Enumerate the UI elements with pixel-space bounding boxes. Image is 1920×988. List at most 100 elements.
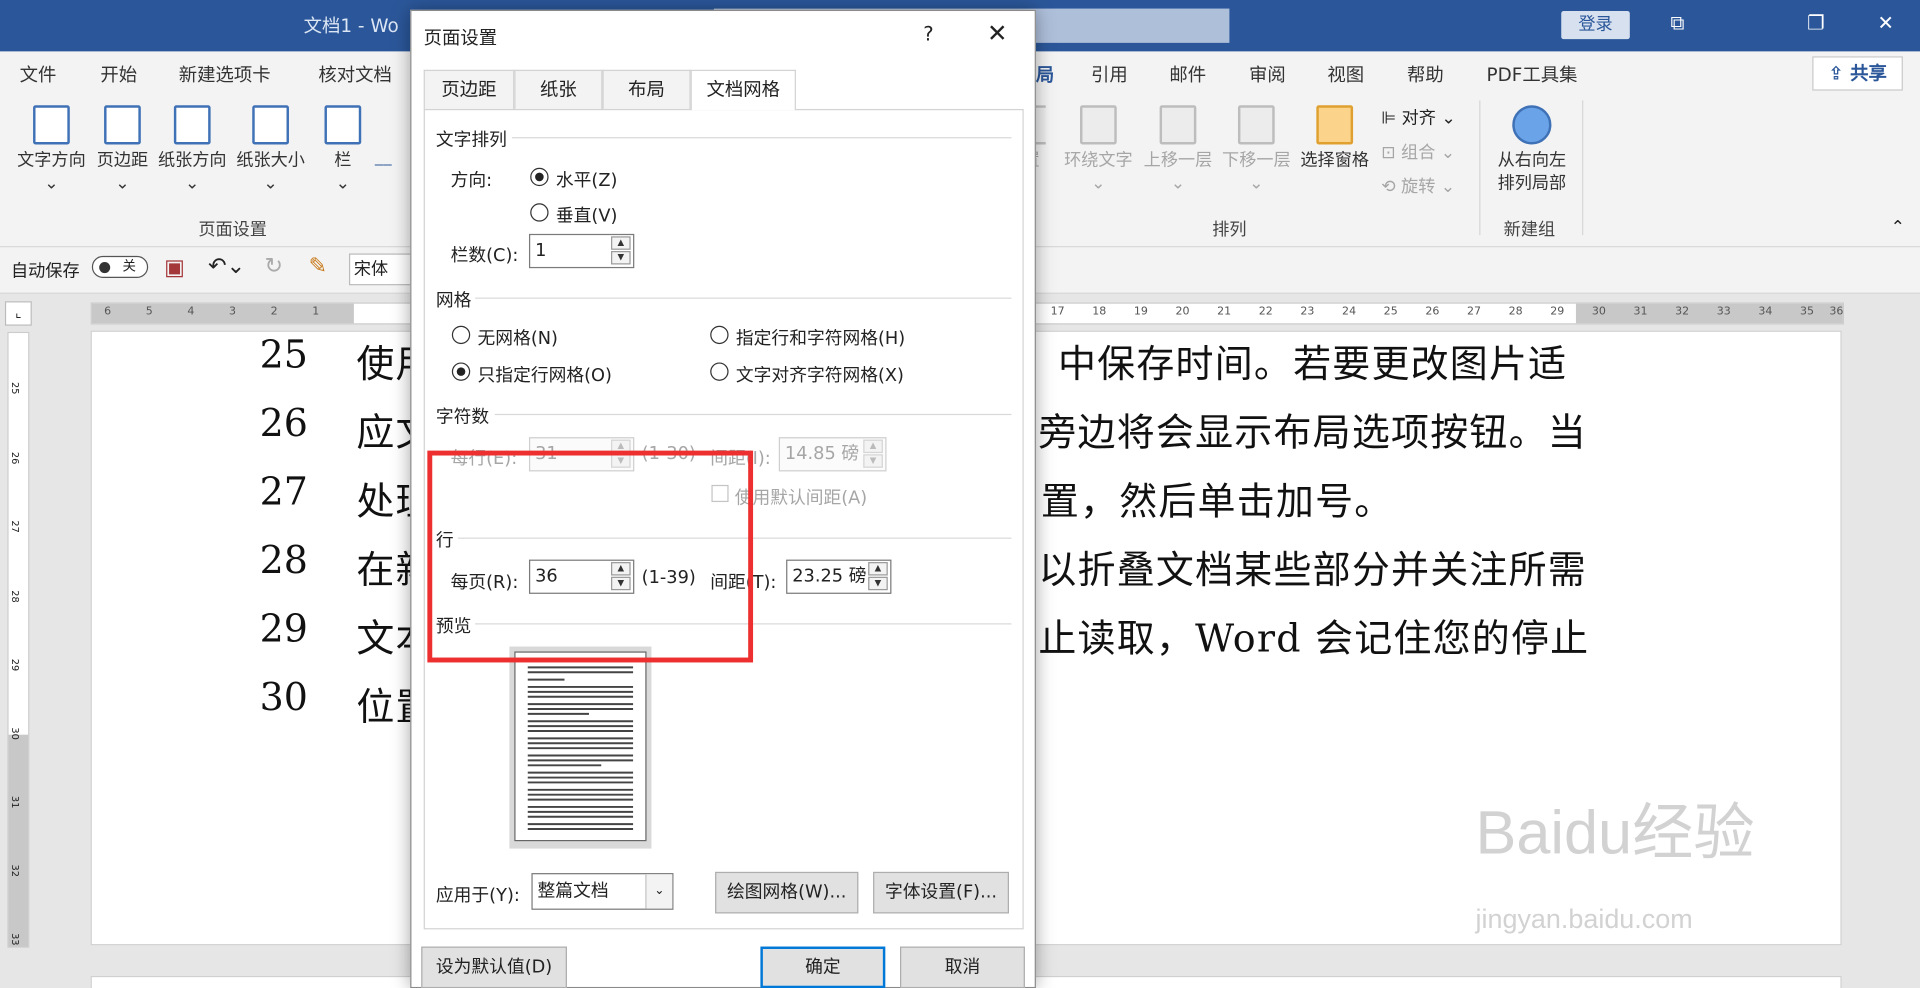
spin-up-icon[interactable]: ▲	[611, 236, 631, 250]
radio-lines-and-chars-label[interactable]: 指定行和字符网格(H)	[736, 324, 905, 350]
collapse-ribbon-icon[interactable]: ⌃	[1891, 218, 1905, 238]
radio-horizontal[interactable]	[530, 167, 549, 187]
line-pitch-spinner[interactable]: 23.25 磅 ▲ ▼	[786, 559, 892, 594]
line-number: 26	[259, 401, 308, 446]
close-window-icon[interactable]: ✕	[1861, 11, 1910, 34]
radio-lines-only[interactable]	[451, 362, 471, 381]
spin-up-icon[interactable]: ▲	[863, 439, 883, 454]
ruler-tick: 32	[9, 864, 21, 877]
autosave-toggle[interactable]: 关	[91, 255, 149, 278]
apply-to-select[interactable]: 整篇文档 ⌄	[531, 873, 674, 910]
align-button[interactable]: ⊫ 对齐 ⌄	[1381, 105, 1456, 129]
undo-icon[interactable]: ↶⌄	[208, 253, 245, 279]
text-line-right[interactable]: 旁边将会显示布局选项按钮。当	[1038, 402, 1587, 457]
ruler-tick: 27	[9, 520, 21, 533]
tab-new[interactable]: 新建选项卡	[179, 61, 271, 87]
text-line-right[interactable]: 止读取，Word 会记住您的停止	[1038, 607, 1589, 662]
line-number: 30	[259, 675, 308, 721]
radio-lines-and-chars[interactable]	[710, 325, 729, 345]
text-line-right[interactable]: 以折叠文档某些部分并关注所需	[1038, 539, 1587, 594]
tab-pdf[interactable]: PDF工具集	[1487, 61, 1578, 87]
set-default-button[interactable]: 设为默认值(D)	[421, 946, 567, 988]
save-icon[interactable]: ▣	[164, 255, 185, 281]
line-number: 27	[259, 470, 308, 515]
ok-button[interactable]: 确定	[760, 946, 886, 988]
radio-align-chars[interactable]	[710, 362, 729, 381]
tab-layout[interactable]: 局	[1036, 61, 1054, 87]
radio-horizontal-label[interactable]: 水平(Z)	[556, 167, 618, 193]
spin-up-icon[interactable]: ▲	[868, 562, 888, 576]
draw-grid-button[interactable]: 绘图网格(W)...	[715, 871, 859, 914]
radio-no-grid[interactable]	[451, 325, 471, 345]
text-line-right[interactable]: 置，然后单击加号。	[1041, 470, 1394, 525]
text-direction-label: 文字方向	[17, 150, 86, 171]
radio-no-grid-label[interactable]: 无网格(N)	[478, 324, 558, 350]
radio-lines-only-label[interactable]: 只指定行网格(O)	[478, 361, 612, 387]
vertical-ruler[interactable]: 25 26 27 28 29 30 31 32 33	[7, 331, 30, 948]
font-settings-button[interactable]: 字体设置(F)...	[873, 871, 1009, 914]
font-box[interactable]: 宋体	[348, 253, 413, 286]
columns-value: 1	[535, 241, 547, 261]
send-backward-button[interactable]: 下移一层 ⌄	[1217, 105, 1295, 196]
ruler-tick: 28	[9, 590, 21, 603]
tab-margins[interactable]: 页边距	[423, 69, 515, 109]
tab-review[interactable]: 审阅	[1249, 61, 1286, 87]
columns-spinner[interactable]: 1 ▲ ▼	[528, 233, 635, 269]
ruler-tick: 26	[9, 451, 21, 465]
format-painter-icon[interactable]: ✎	[309, 253, 327, 279]
tab-home[interactable]: 开始	[100, 61, 137, 87]
rtl-layout-button[interactable]: 从右向左 排列局部	[1489, 105, 1575, 196]
tab-check[interactable]: 核对文档	[318, 61, 391, 87]
wrap-text-icon	[1080, 105, 1117, 145]
redo-icon[interactable]: ↻	[264, 253, 282, 279]
dialog-title: 页面设置	[423, 26, 498, 49]
help-icon[interactable]: ?	[923, 22, 933, 45]
margins-button[interactable]: 页边距 ⌄	[93, 105, 152, 196]
rotate-button[interactable]: ⟲ 旋转 ⌄	[1381, 174, 1455, 198]
radio-align-chars-label[interactable]: 文字对齐字符网格(X)	[736, 361, 904, 387]
wrap-text-button[interactable]: 环绕文字 ⌄	[1058, 105, 1139, 196]
ruler-tick: 4	[187, 306, 195, 319]
ruler-tick: 33	[9, 933, 21, 946]
radio-vertical-label[interactable]: 垂直(V)	[556, 202, 618, 228]
login-button[interactable]: 登录	[1561, 11, 1630, 40]
tab-references[interactable]: 引用	[1091, 61, 1128, 87]
tab-view[interactable]: 视图	[1327, 61, 1364, 87]
tab-mailings[interactable]: 邮件	[1169, 61, 1206, 87]
ruler-tick: 25	[1383, 306, 1398, 319]
chevron-down-icon[interactable]: ⌄	[645, 874, 673, 909]
autosave-label: 自动保存	[11, 262, 80, 282]
tab-selector[interactable]: ⌞	[4, 301, 32, 326]
breaks-icon[interactable]: ⎯⎯	[375, 154, 392, 174]
spin-down-icon[interactable]: ▼	[868, 576, 888, 591]
text-direction-button[interactable]: 文字方向 ⌄	[12, 105, 90, 196]
ruler-tick: 5	[145, 306, 153, 319]
columns-label: 栏数(C):	[450, 246, 519, 266]
spin-down-icon[interactable]: ▼	[611, 251, 631, 265]
tab-paper[interactable]: 纸张	[514, 69, 603, 109]
spin-down-icon[interactable]: ▼	[863, 454, 883, 468]
ribbon-display-icon[interactable]: ⧉	[1653, 11, 1702, 35]
text-line-right[interactable]: 中保存时间。若要更改图片适	[1058, 333, 1567, 388]
group-button[interactable]: ⊡ 组合 ⌄	[1381, 140, 1455, 164]
char-pitch-value: 14.85 磅	[784, 444, 860, 465]
tab-help[interactable]: 帮助	[1407, 61, 1444, 87]
wrap-text-label: 环绕文字	[1064, 150, 1133, 171]
char-pitch-spinner[interactable]: 14.85 磅 ▲ ▼	[778, 437, 887, 472]
tab-document-grid[interactable]: 文档网格	[690, 69, 796, 111]
ruler-tick: 18	[1092, 306, 1107, 319]
bring-forward-button[interactable]: 上移一层 ⌄	[1139, 105, 1217, 196]
size-button[interactable]: 纸张大小 ⌄	[233, 105, 309, 196]
restore-icon[interactable]: ❐	[1791, 11, 1840, 34]
columns-button[interactable]: 栏 ⌄	[321, 105, 365, 196]
orientation-button[interactable]: 纸张方向 ⌄	[154, 105, 230, 196]
radio-vertical[interactable]	[530, 203, 549, 222]
columns-icon	[324, 105, 362, 145]
tab-file[interactable]: 文件	[20, 61, 57, 87]
share-button[interactable]: ⇪ 共享	[1812, 56, 1903, 91]
group-label: 组合	[1401, 143, 1436, 163]
selection-pane-button[interactable]: 选择窗格	[1296, 105, 1374, 172]
cancel-button[interactable]: 取消	[900, 946, 1025, 988]
tab-layout[interactable]: 布局	[602, 69, 691, 109]
close-icon[interactable]: ✕	[987, 18, 1008, 47]
